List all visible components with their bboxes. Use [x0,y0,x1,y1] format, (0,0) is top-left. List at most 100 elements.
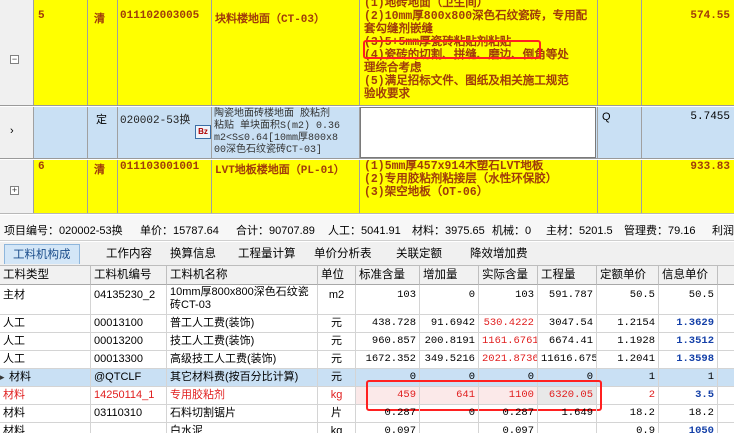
tab-work-content[interactable]: 工作内容 [98,244,160,264]
col-header-actual-qty[interactable]: 实际含量 [479,266,538,285]
cell-actual-qty[interactable]: 103 [479,285,538,314]
cell-info-price[interactable]: 1.3629 [659,315,718,332]
row-selector[interactable]: − [0,0,34,105]
cell-work-qty: 1.649 [538,405,597,422]
cell-info-price[interactable]: 1.3512 [659,333,718,350]
desc-edit-field[interactable] [360,107,596,158]
cell-work-qty: 3047.54 [538,315,597,332]
row-name-cell[interactable]: 块料楼地面（CT-03） [212,0,360,105]
desc-line: (5)满足招标文件、图纸及相关施工规范 [364,75,569,88]
cell-name[interactable]: 白水泥 [167,423,318,433]
cell-name[interactable]: 高级技工人工费(装饰) [167,351,318,368]
row-desc-cell[interactable]: (1)5mm厚457x914木塑石LVT地板 (2)专用胶粘剂粘接层（水性环保胶… [360,160,598,213]
cell-name[interactable]: 普工人工费(装饰) [167,315,318,332]
cell-info-price[interactable]: 1 [659,369,718,386]
cell-std-qty[interactable]: 0.097 [356,423,420,433]
col-header-code[interactable]: 工料机编号 [91,266,167,285]
cell-add-qty[interactable]: 91.6942 [420,315,479,332]
cell-name[interactable]: 10mm厚800x800深色石纹瓷砖CT-03 [167,285,318,314]
row-desc-cell[interactable] [360,107,598,158]
row-name-cell[interactable]: LVT地板楼地面（PL-01） [212,160,360,213]
cell-info-price[interactable]: 1.3598 [659,351,718,368]
col-header-std-qty[interactable]: 标准含量 [356,266,420,285]
col-header-unit[interactable]: 单位 [318,266,356,285]
cell-add-qty[interactable]: 0 [420,405,479,422]
grid-row-bill-5[interactable]: − 5 清 011102003005 块料楼地面（CT-03） (1)地砖地面（… [0,0,734,106]
row-number-cell [34,107,88,158]
cell-actual-qty[interactable]: 1161.6761 [479,333,538,350]
col-header-type[interactable]: 工料类型 [0,266,91,285]
row-selector[interactable]: › [0,107,34,158]
col-header-quota-price[interactable]: 定额单价 [597,266,659,285]
main-material-cost: 主材：5201.5 [546,225,613,237]
tab-efficiency-fee[interactable]: 降效增加费 [462,244,536,264]
row-code-cell[interactable]: 011102003005 [118,0,212,105]
cell-info-price[interactable]: 50.5 [659,285,718,314]
row-name-cell[interactable]: 陶瓷地面砖楼地面 胶粘剂 粘贴 单块面积S(m2) 0.36 m2<S≤0.64… [212,107,360,158]
cell-add-qty[interactable] [420,423,479,433]
cell-code[interactable]: 00013200 [91,333,167,350]
cell-work-qty: 6674.41 [538,333,597,350]
tab-unit-price-analysis[interactable]: 单价分析表 [306,244,380,264]
cell-code[interactable]: @QTCLF [91,369,167,386]
row-unit-cell [598,160,642,213]
cell-actual-qty[interactable]: 0.097 [479,423,538,433]
cell-std-qty[interactable]: 103 [356,285,420,314]
cell-add-qty[interactable]: 200.8191 [420,333,479,350]
cell-type-text: 材料 [9,371,31,383]
expand-icon[interactable]: + [10,186,19,195]
cell-std-qty[interactable]: 1672.352 [356,351,420,368]
cell-work-qty [538,423,597,433]
row-code: 011102003005 [120,10,200,22]
cell-info-price[interactable]: 18.2 [659,405,718,422]
cell-actual-qty[interactable]: 0.287 [479,405,538,422]
cell-std-qty[interactable]: 0.287 [356,405,420,422]
table-row[interactable]: 主材 04135230_2 10mm厚800x800深色石纹瓷砖CT-03 m2… [0,285,734,315]
row-selector[interactable]: + [0,160,34,213]
col-header-info-price[interactable]: 信息单价 [659,266,718,285]
cell-info-price[interactable]: 1050 [659,423,718,433]
cell-actual-qty[interactable]: 530.4222 [479,315,538,332]
row-code-cell[interactable]: 011103001001 [118,160,212,213]
cell-add-qty[interactable]: 0 [420,285,479,314]
cell-type: 主材 [0,285,91,314]
collapse-icon[interactable]: − [10,55,19,64]
cell-name[interactable]: 其它材料费(按百分比计算) [167,369,318,386]
cell-add-qty[interactable]: 349.5216 [420,351,479,368]
cell-quota-price: 1.2041 [597,351,659,368]
row-name: LVT地板楼地面（PL-01） [215,165,345,177]
cell-name[interactable]: 石料切割锯片 [167,405,318,422]
table-row[interactable]: 材料 03110310 石料切割锯片 片 0.287 0 0.287 1.649… [0,405,734,423]
cell-code[interactable]: 04135230_2 [91,285,167,314]
row-type: 清 [94,165,105,177]
grid-row-bill-6[interactable]: + 6 清 011103001001 LVT地板楼地面（PL-01） (1)5m… [0,160,734,213]
cell-info-price[interactable]: 3.5 [659,387,718,404]
tab-resource-composition[interactable]: 工料机构成 [4,244,80,264]
table-row[interactable]: 人工 00013200 技工人工费(装饰) 元 960.857 200.8191… [0,333,734,351]
tab-quantity-calc[interactable]: 工程量计算 [230,244,304,264]
table-row[interactable]: 人工 00013100 普工人工费(装饰) 元 438.728 91.6942 … [0,315,734,333]
cell-type: 人工 [0,333,91,350]
grid-row-quota[interactable]: › 定 020002-53换 陶瓷地面砖楼地面 胶粘剂 粘贴 单块面积S(m2)… [0,107,734,159]
table-row[interactable]: 材料 白水泥 kg 0.097 0.097 0.9 1050 [0,423,734,433]
tab-conversion-info[interactable]: 换算信息 [162,244,224,264]
col-header-add-qty[interactable]: 增加量 [420,266,479,285]
cell-std-qty[interactable]: 960.857 [356,333,420,350]
desc-line: 套勾缝剂嵌缝 [364,23,433,36]
cell-std-qty[interactable]: 438.728 [356,315,420,332]
cell-actual-qty[interactable]: 2021.8736 [479,351,538,368]
cell-name[interactable]: 专用胶粘剂 [167,387,318,404]
table-row[interactable]: 材料 14250114_1 专用胶粘剂 kg 459 641 1100 6320… [0,380,734,411]
cell-name[interactable]: 技工人工费(装饰) [167,333,318,350]
cell-code[interactable] [91,423,167,433]
tab-related-quota[interactable]: 关联定额 [388,244,450,264]
col-header-name[interactable]: 工料机名称 [167,266,318,285]
cell-code[interactable]: 00013100 [91,315,167,332]
col-header-work-qty[interactable]: 工程量 [538,266,597,285]
table-row[interactable]: 人工 00013300 高级技工人工费(装饰) 元 1672.352 349.5… [0,351,734,369]
cell-code[interactable]: 00013300 [91,351,167,368]
cell-code[interactable]: 14250114_1 [91,387,167,404]
material-cost: 材料：3975.65 [412,225,485,237]
cell-code[interactable]: 03110310 [91,405,167,422]
conversion-icon[interactable]: Bz [195,125,211,139]
